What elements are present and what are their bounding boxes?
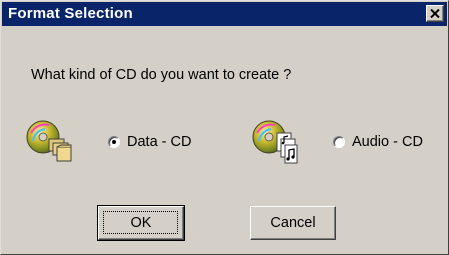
cancel-button[interactable]: Cancel [250, 206, 336, 240]
data-cd-radio[interactable] [108, 136, 120, 148]
question-label: What kind of CD do you want to create ? [31, 67, 292, 83]
audio-cd-radio[interactable] [333, 136, 345, 148]
close-x-icon [430, 9, 440, 18]
ok-button-label: OK [130, 214, 152, 231]
close-button[interactable] [426, 5, 444, 22]
audio-cd-option[interactable]: Audio - CD [333, 134, 423, 150]
window-title: Format Selection [8, 5, 133, 22]
ok-button[interactable]: OK [97, 205, 185, 241]
format-selection-dialog: Format Selection What kind of CD do you … [0, 0, 449, 255]
audio-cd-label: Audio - CD [352, 134, 423, 150]
audio-cd-icon [252, 120, 298, 164]
data-cd-label: Data - CD [127, 134, 192, 150]
cancel-button-label: Cancel [270, 214, 316, 231]
title-bar[interactable]: Format Selection [2, 2, 447, 26]
data-cd-option[interactable]: Data - CD [108, 134, 191, 150]
data-cd-icon [26, 120, 72, 162]
